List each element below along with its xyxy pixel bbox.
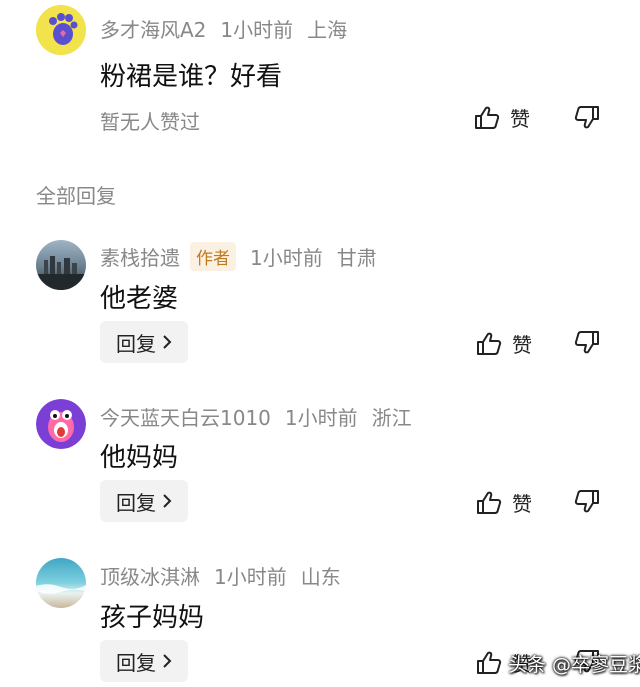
chevron-right-icon: [162, 654, 172, 668]
avatar[interactable]: [36, 5, 86, 55]
reply-label: 回复: [116, 331, 156, 356]
thumbs-up-icon: [474, 105, 500, 131]
avatar[interactable]: [36, 558, 86, 608]
username[interactable]: 多才海风A2: [100, 14, 206, 43]
reply-button[interactable]: 回复: [100, 640, 188, 682]
reply-label: 回复: [116, 490, 156, 515]
avatar[interactable]: [36, 240, 86, 290]
reply-button[interactable]: 回复: [100, 480, 188, 522]
like-label: 赞: [512, 492, 532, 516]
location: 甘肃: [336, 246, 377, 270]
watermark: 头条 @卒寥豆浆: [508, 654, 640, 676]
chevron-right-icon: [162, 494, 172, 508]
comment-text: 他妈妈: [100, 443, 179, 473]
comment-meta: 素栈拾遗 作者 1小时前 甘肃: [100, 242, 377, 271]
section-title: 全部回复: [36, 184, 116, 208]
timestamp: 1小时前: [284, 406, 358, 430]
comment-text: 粉裙是谁？好看: [100, 62, 283, 92]
reply-button[interactable]: 回复: [100, 321, 188, 363]
timestamp: 1小时前: [220, 18, 294, 42]
comment-meta: 顶级冰淇淋 1小时前 山东: [100, 561, 341, 590]
username[interactable]: 今天蓝天白云1010: [100, 402, 271, 431]
comment-text: 孩子妈妈: [100, 603, 205, 633]
username[interactable]: 素栈拾遗: [100, 242, 180, 271]
thumbs-down-icon[interactable]: [574, 329, 600, 355]
thumbs-up-icon: [476, 490, 502, 516]
username[interactable]: 顶级冰淇淋: [100, 561, 200, 590]
author-badge: 作者: [190, 242, 236, 271]
thumbs-up-icon: [476, 650, 502, 676]
timestamp: 1小时前: [250, 246, 323, 270]
like-label: 赞: [512, 333, 532, 357]
like-button[interactable]: 赞: [476, 488, 532, 517]
timestamp: 1小时前: [214, 565, 287, 589]
likes-summary: 暂无人赞过: [100, 110, 200, 134]
comment-meta: 今天蓝天白云1010 1小时前 浙江: [100, 402, 412, 431]
comment-meta: 多才海风A2 1小时前 上海: [100, 14, 347, 43]
location: 浙江: [371, 406, 412, 430]
like-button[interactable]: 赞: [474, 103, 530, 132]
thumbs-up-icon: [476, 331, 502, 357]
thumbs-down-icon[interactable]: [574, 104, 600, 130]
comment-text: 他老婆: [100, 284, 179, 314]
thumbs-down-icon[interactable]: [574, 488, 600, 514]
location: 上海: [307, 18, 348, 42]
location: 山东: [300, 565, 341, 589]
like-label: 赞: [510, 107, 530, 131]
avatar[interactable]: [36, 399, 86, 449]
like-button[interactable]: 赞: [476, 329, 532, 358]
reply-label: 回复: [116, 650, 156, 675]
chevron-right-icon: [162, 335, 172, 349]
